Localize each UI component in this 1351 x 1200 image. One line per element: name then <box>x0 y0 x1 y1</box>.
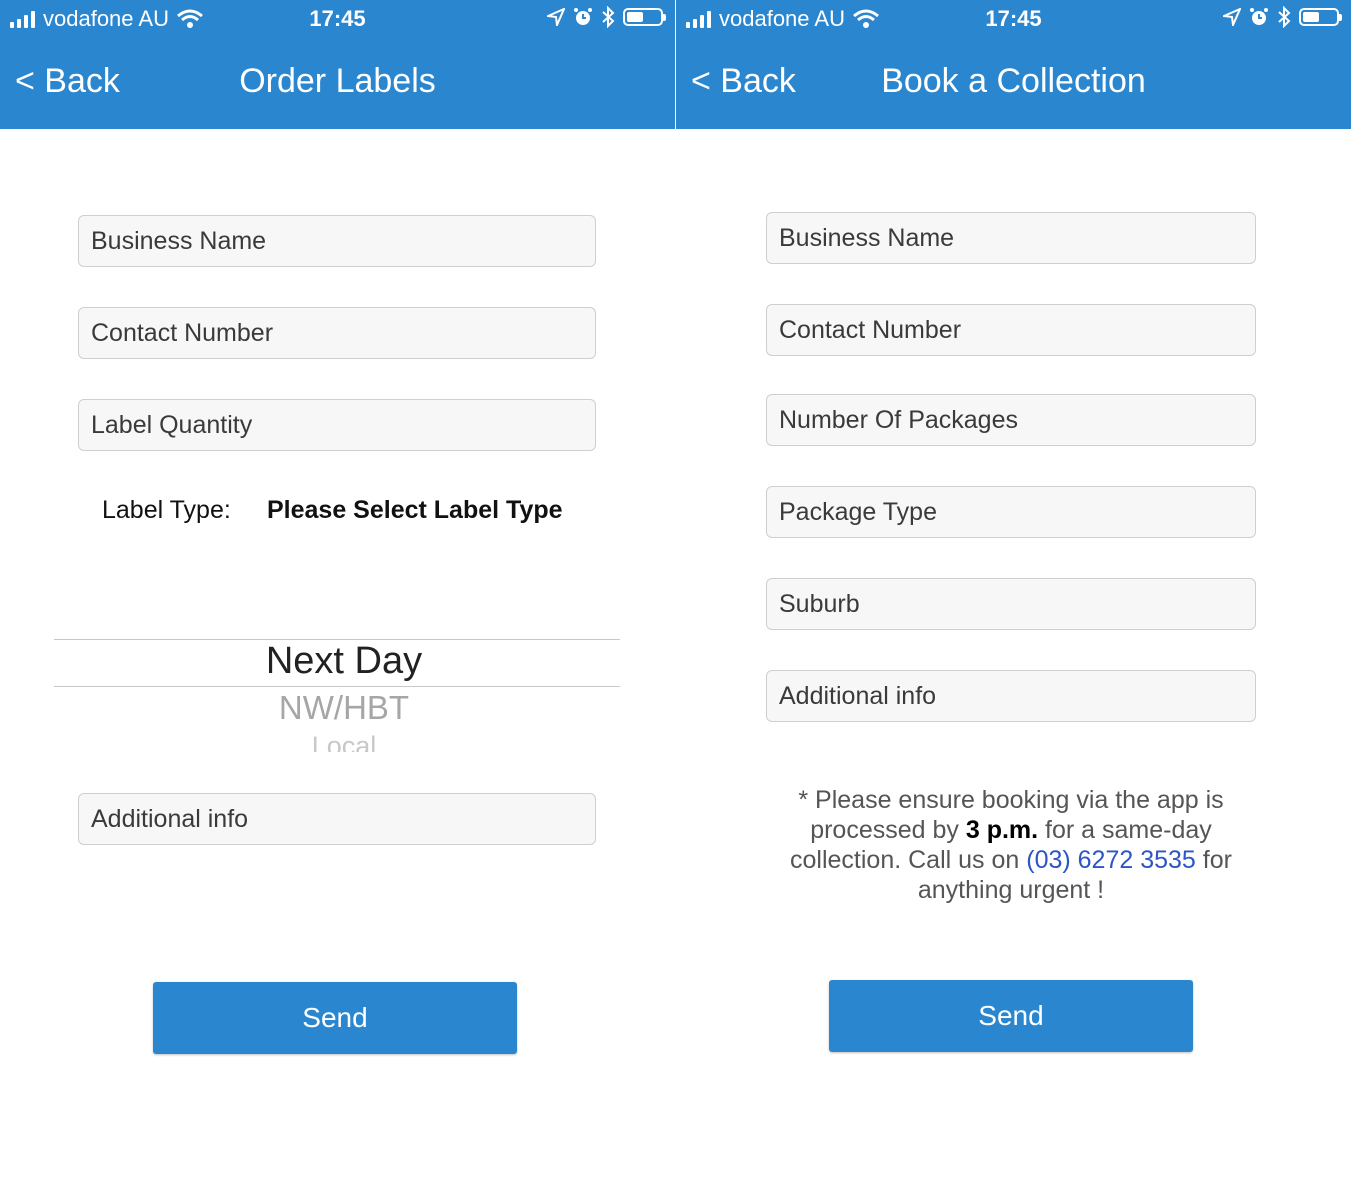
send-button[interactable]: Send <box>153 982 517 1054</box>
additional-info-input[interactable]: Additional info <box>78 793 596 845</box>
picker-option-next-day[interactable]: Next Day <box>54 640 634 683</box>
phone-link[interactable]: (03) 6272 3535 <box>1026 846 1196 874</box>
battery-icon <box>1299 8 1342 26</box>
location-arrow-icon <box>1223 8 1241 26</box>
business-name-input[interactable]: Business Name <box>78 215 596 267</box>
number-of-packages-input[interactable]: Number Of Packages <box>766 394 1256 446</box>
picker-option-nw-hbt[interactable]: NW/HBT <box>54 689 634 727</box>
location-arrow-icon <box>547 8 565 26</box>
battery-fill <box>1303 12 1319 22</box>
order-labels-screen: vodafone AU 17:45 < Back Order Labels Bu… <box>0 0 675 1200</box>
picker-option-local-clip: Local <box>54 732 634 752</box>
additional-info-input[interactable]: Additional info <box>766 670 1256 722</box>
notice-deadline: 3 p.m. <box>965 816 1039 844</box>
alarm-icon <box>574 8 592 25</box>
picker-divider-bottom <box>54 686 620 687</box>
label-type-value[interactable]: Please Select Label Type <box>267 496 563 525</box>
business-name-input[interactable]: Business Name <box>766 212 1256 264</box>
battery-icon <box>623 8 666 26</box>
page-title: Book a Collection <box>881 62 1146 100</box>
page-title: Order Labels <box>239 62 436 100</box>
status-bar: vodafone AU 17:45 <box>676 0 1351 36</box>
bluetooth-icon <box>602 6 615 28</box>
package-type-input[interactable]: Package Type <box>766 486 1256 538</box>
navigation-bar: vodafone AU 17:45 < Back Book a Collecti… <box>676 0 1351 129</box>
booking-notice: * Please ensure booking via the app is p… <box>771 785 1251 905</box>
picker-option-local[interactable]: Local <box>54 732 634 752</box>
alarm-icon <box>1250 8 1268 25</box>
bluetooth-icon <box>1278 6 1291 28</box>
contact-number-input[interactable]: Contact Number <box>766 304 1256 356</box>
label-quantity-input[interactable]: Label Quantity <box>78 399 596 451</box>
navigation-bar: vodafone AU 17:45 < Back Order Labels <box>0 0 675 129</box>
status-bar: vodafone AU 17:45 <box>0 0 675 36</box>
battery-fill <box>627 12 643 22</box>
send-button[interactable]: Send <box>829 980 1193 1052</box>
suburb-input[interactable]: Suburb <box>766 578 1256 630</box>
book-collection-screen: vodafone AU 17:45 < Back Book a Collecti… <box>676 0 1351 1200</box>
label-type-label: Label Type: <box>102 496 231 524</box>
contact-number-input[interactable]: Contact Number <box>78 307 596 359</box>
